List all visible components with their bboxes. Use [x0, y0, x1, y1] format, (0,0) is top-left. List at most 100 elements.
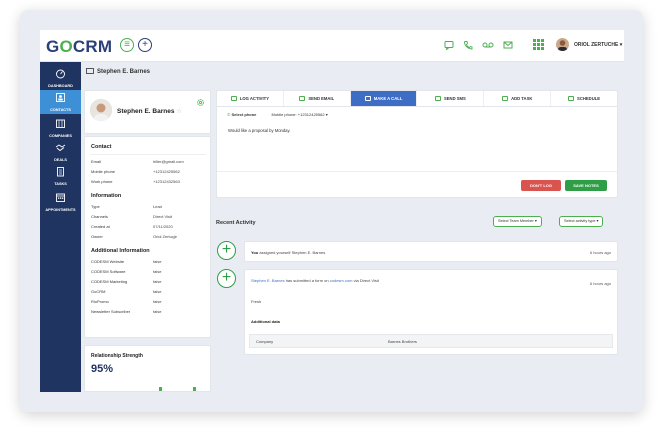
sidebar-item-label: CONTACTS [50, 108, 71, 112]
chat-icon [434, 96, 441, 101]
sidebar: DASHBOARD CONTACTS COMPANIES DEALS TASKS… [40, 62, 81, 392]
additional-label: GoCRM [91, 289, 106, 294]
additional-label: Newsletter Subscriber [91, 309, 131, 314]
logo-letter-o: O [59, 37, 73, 56]
sidebar-item-label: TASKS [54, 182, 67, 186]
compose-tabs: LOG ACTIVITY SEND EMAIL MAKE A CALL SEND… [217, 91, 617, 107]
relationship-title: Relationship Strength [91, 353, 143, 359]
add-activity-button[interactable]: + [217, 241, 236, 260]
additional-value: false [153, 299, 162, 304]
activity-text: Stephen E. Barnes has submitted a form o… [251, 278, 379, 283]
company-label: Company [256, 339, 274, 344]
mail-icon[interactable] [503, 40, 513, 50]
email-label: Email [91, 159, 102, 164]
voicemail-icon[interactable] [482, 40, 494, 50]
user-menu[interactable]: ORIOL ZERTUCHE ▾ [574, 42, 622, 48]
phone-icon [364, 96, 371, 101]
sidebar-item-deals[interactable]: DEALS [40, 140, 81, 164]
contacts-icon [56, 93, 65, 102]
email-value[interactable]: hiller@gmail.com [153, 159, 184, 164]
breadcrumb-title: Stephen E. Barnes [97, 69, 151, 75]
task-icon [502, 96, 509, 101]
tab-label: MAKE A CALL [373, 96, 403, 101]
strength-bar [193, 387, 196, 391]
star-icon[interactable]: ☆ [176, 108, 182, 115]
sidebar-item-appointments[interactable]: APPOINTMENTS [40, 190, 81, 214]
additional-label: CODESM Website [91, 259, 125, 264]
sidebar-item-contacts[interactable]: CONTACTS [40, 90, 81, 114]
phone-icon: ✆ [227, 112, 231, 117]
contact-section-title: Contact [91, 144, 112, 150]
relationship-value: 95% [91, 363, 114, 375]
mobile-phone-value[interactable]: +12312425562 [153, 169, 180, 174]
additional-value: false [153, 289, 162, 294]
breadcrumb: Stephen E. Barnes [86, 68, 150, 75]
activity-description: assigned yourself Stephen E. Barnes [259, 250, 326, 255]
divider [91, 154, 206, 155]
contact-card-icon [86, 68, 94, 74]
created-at-value: 07/11/2020 [153, 224, 173, 229]
call-notes-textarea[interactable]: Would like a proposal by Monday. [228, 128, 290, 133]
save-notes-button[interactable]: SAVE NOTES [565, 180, 607, 191]
tab-label: ADD TASK [511, 96, 533, 101]
tab-schedule[interactable]: SCHEDULE [551, 91, 617, 106]
add-activity-button[interactable]: + [217, 269, 236, 288]
gear-icon[interactable] [196, 98, 205, 107]
add-button[interactable]: + [138, 38, 152, 52]
recent-activity-title: Recent Activity [216, 220, 256, 226]
dont-log-button[interactable]: DON'T LOG [521, 180, 561, 191]
profile-card: Stephen E. Barnes ☆ [84, 90, 211, 134]
contact-details-card: Contact Email hiller@gmail.com Mobile ph… [84, 136, 211, 338]
phone-select-value: Mobile phone: +12312425562 [271, 112, 325, 117]
work-phone-value[interactable]: +12312432563 [153, 179, 180, 184]
additional-data-row: Company Barnes Brothers [249, 334, 613, 348]
tab-make-a-call[interactable]: MAKE A CALL [350, 91, 418, 106]
type-label: Type [91, 204, 100, 209]
apps-grid-icon[interactable] [533, 39, 544, 50]
companies-icon [56, 119, 65, 128]
activity-type-filter[interactable]: Select activity type ▾ [559, 216, 604, 227]
additional-value: false [153, 309, 162, 314]
appointments-icon [56, 193, 65, 202]
sidebar-item-label: COMPANIES [49, 134, 72, 138]
phone-icon[interactable] [463, 40, 473, 50]
calendar-icon [568, 96, 575, 101]
mail-icon [299, 96, 306, 101]
sidebar-item-companies[interactable]: COMPANIES [40, 116, 81, 140]
select-phone-label: Select phone [231, 112, 257, 117]
tab-add-task[interactable]: ADD TASK [484, 91, 552, 106]
sidebar-item-dashboard[interactable]: DASHBOARD [40, 66, 81, 90]
company-value: Barnes Brothers [388, 339, 417, 344]
user-avatar[interactable] [556, 38, 569, 51]
deals-icon [55, 144, 66, 152]
additional-value: false [153, 269, 162, 274]
contact-avatar [90, 99, 112, 121]
channels-label: Channels [91, 214, 108, 219]
logo[interactable]: GOCRM [46, 37, 112, 57]
tasks-icon [57, 167, 64, 177]
menu-button[interactable]: ≡ [120, 38, 134, 52]
dashboard-icon [56, 69, 65, 79]
tab-send-email[interactable]: SEND EMAIL [284, 91, 351, 106]
activity-compose-card: LOG ACTIVITY SEND EMAIL MAKE A CALL SEND… [216, 90, 618, 198]
phone-select[interactable]: Mobile phone: +12312425562 ▾ [272, 112, 328, 117]
sidebar-item-tasks[interactable]: TASKS [40, 164, 81, 188]
site-link[interactable]: codesm.com [330, 278, 353, 283]
contact-link[interactable]: Stephen E. Barnes [251, 278, 285, 283]
activity-time: 6 hours ago [589, 281, 611, 286]
chevron-down-icon: ▾ [325, 112, 328, 117]
chat-icon[interactable] [444, 40, 454, 50]
activity-time: 6 hours ago [589, 250, 611, 255]
activity-status: Fresh [251, 299, 262, 304]
team-member-filter[interactable]: Select Team Member ▾ [493, 216, 542, 227]
owner-value: Oriol Zertuçje [153, 234, 178, 239]
tab-label: SEND EMAIL [308, 96, 335, 101]
tab-label: LOG ACTIVITY [239, 96, 269, 101]
tab-log-activity[interactable]: LOG ACTIVITY [217, 91, 284, 106]
activity-description: has submitted a form on [285, 278, 329, 283]
tab-send-sms[interactable]: SEND SMS [417, 91, 485, 106]
phone-select-row: ✆ Select phone Mobile phone: +1231242556… [227, 112, 328, 117]
tab-label: SCHEDULE [577, 96, 601, 101]
divider [217, 171, 617, 172]
sidebar-item-label: DEALS [54, 158, 67, 162]
